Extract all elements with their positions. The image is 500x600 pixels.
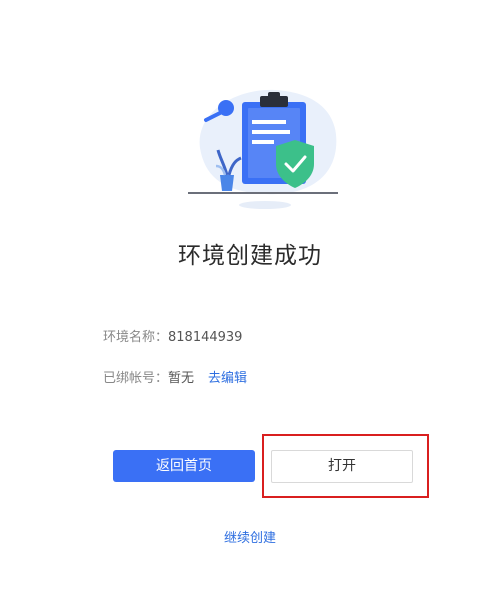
edit-link[interactable]: 去编辑 <box>208 371 247 386</box>
account-value: 暂无 <box>168 371 195 386</box>
page-title: 环境创建成功 <box>178 243 322 269</box>
env-name-value: 818144939 <box>168 330 243 345</box>
home-button[interactable]: 返回首页 <box>113 450 255 482</box>
env-name-label: 环境名称： <box>103 330 169 345</box>
continue-create-link[interactable]: 继续创建 <box>0 527 500 546</box>
account-label: 已绑帐号： <box>103 371 169 386</box>
open-button[interactable]: 打开 <box>271 450 413 483</box>
account-row: 已绑帐号：暂无 去编辑 <box>103 370 247 388</box>
success-illustration <box>180 78 350 218</box>
clipboard-icon <box>188 89 338 209</box>
env-name-row: 环境名称：818144939 <box>103 329 242 347</box>
